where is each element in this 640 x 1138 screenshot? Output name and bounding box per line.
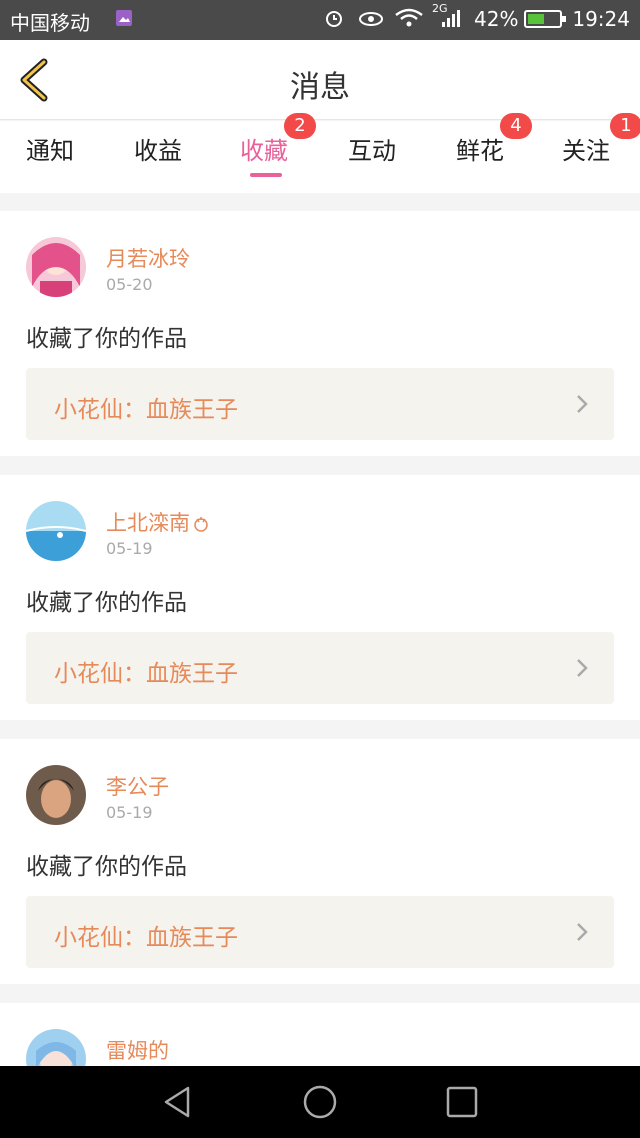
page-title: 消息 — [290, 70, 350, 105]
message-date: 05-20 — [106, 275, 153, 294]
work-link[interactable]: 小花仙：血族王子 — [26, 632, 614, 704]
user-name-text: 上北滦南 — [106, 511, 190, 535]
header: 消息 — [0, 40, 640, 120]
message-text: 收藏了你的作品 — [26, 590, 187, 616]
tab-label: 关注 — [562, 137, 610, 165]
user-name[interactable]: 上北滦南 — [106, 507, 210, 537]
chevron-right-icon — [577, 659, 588, 677]
avatar[interactable] — [26, 1029, 86, 1066]
tab-label: 互动 — [348, 137, 396, 165]
message-text: 收藏了你的作品 — [26, 326, 187, 352]
tab-badge: 1 — [610, 113, 640, 139]
home-circle-icon[interactable] — [302, 1084, 338, 1120]
message-text: 收藏了你的作品 — [26, 854, 187, 880]
tab-follow[interactable]: 关注 1 — [562, 113, 640, 166]
work-title: 小花仙：血族王子 — [54, 661, 238, 687]
message-card: 上北滦南 05-19 收藏了你的作品 小花仙：血族王子 — [0, 475, 640, 720]
work-link[interactable]: 小花仙：血族王子 — [26, 368, 614, 440]
tab-interaction[interactable]: 互动 — [348, 131, 396, 166]
alarm-icon — [326, 11, 342, 27]
tab-label: 收益 — [134, 137, 182, 165]
tab-label: 收藏 — [240, 137, 288, 165]
tab-notify[interactable]: 通知 — [26, 131, 74, 166]
user-name[interactable]: 雷姆的 — [106, 1035, 169, 1065]
clock-time: 19:24 — [572, 7, 630, 31]
avatar[interactable] — [26, 501, 86, 561]
status-bar: 中国移动 2G 42% 19:24 — [0, 0, 640, 40]
tab-label: 鲜花 — [456, 137, 504, 165]
eye-icon — [359, 12, 383, 26]
tab-badge: 4 — [500, 113, 532, 139]
signal-icon — [442, 10, 460, 27]
avatar[interactable] — [26, 765, 86, 825]
message-card: 月若冰玲 05-20 收藏了你的作品 小花仙：血族王子 — [0, 211, 640, 456]
tab-favorites[interactable]: 收藏 2 — [240, 113, 316, 177]
tab-bar: 通知 收益 收藏 2 互动 鲜花 4 关注 1 — [0, 113, 640, 193]
system-nav-bar — [0, 1066, 640, 1138]
tab-flowers[interactable]: 鲜花 4 — [456, 113, 532, 166]
avatar[interactable] — [26, 237, 86, 297]
message-card: 李公子 05-19 收藏了你的作品 小花仙：血族王子 — [0, 739, 640, 984]
message-card: 雷姆的 — [0, 1003, 640, 1066]
tab-label: 通知 — [26, 137, 74, 165]
user-name[interactable]: 月若冰玲 — [106, 243, 190, 273]
user-name[interactable]: 李公子 — [106, 771, 169, 801]
gallery-icon — [116, 10, 132, 26]
wifi-icon — [395, 8, 423, 27]
message-date: 05-19 — [106, 539, 153, 558]
work-link[interactable]: 小花仙：血族王子 — [26, 896, 614, 968]
carrier-name: 中国移动 — [10, 11, 90, 35]
chevron-right-icon — [577, 923, 588, 941]
rank-badge-icon — [194, 517, 208, 532]
work-title: 小花仙：血族王子 — [54, 925, 238, 951]
recents-square-icon[interactable] — [444, 1084, 480, 1120]
battery-icon — [524, 10, 566, 28]
active-tab-indicator — [250, 173, 282, 177]
tab-income[interactable]: 收益 — [134, 131, 182, 166]
message-date: 05-19 — [106, 803, 153, 822]
chevron-right-icon — [577, 395, 588, 413]
back-triangle-icon[interactable] — [160, 1084, 196, 1120]
tab-badge: 2 — [284, 113, 316, 139]
battery-percent: 42% — [474, 7, 519, 31]
work-title: 小花仙：血族王子 — [54, 397, 238, 423]
